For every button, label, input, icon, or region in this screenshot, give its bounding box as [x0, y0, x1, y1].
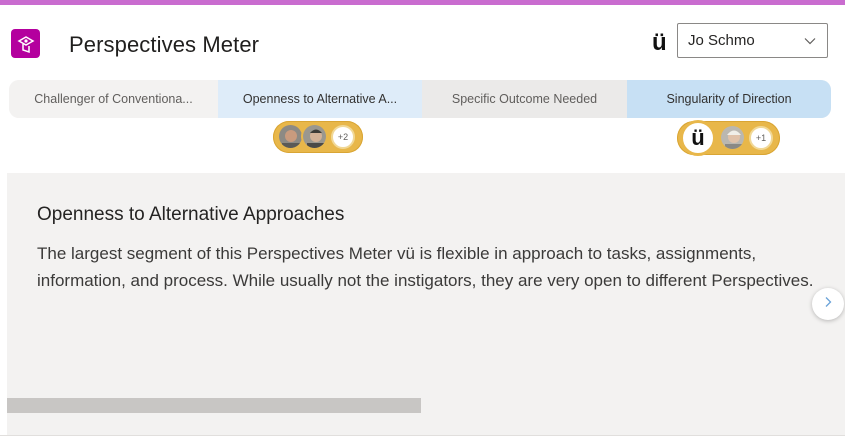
perspective-tabs: Challenger of Conventiona... Openness to…: [9, 80, 831, 118]
detail-title: Openness to Alternative Approaches: [37, 204, 345, 225]
avatar-group-openness[interactable]: +2: [273, 121, 363, 153]
tab-specific-outcome-needed[interactable]: Specific Outcome Needed: [422, 80, 627, 118]
brand-logo: ü: [652, 29, 667, 56]
brand-avatar: ü: [680, 120, 716, 156]
perspective-detail-card: Openness to Alternative Approaches The l…: [7, 173, 845, 435]
next-button[interactable]: [812, 288, 844, 320]
user-select[interactable]: Jo Schmo: [677, 23, 828, 58]
avatar-count-badge: +1: [749, 126, 773, 150]
app-icon-glyph: [16, 35, 35, 53]
chevron-down-icon: [803, 34, 817, 53]
perspectives-app-icon[interactable]: [11, 29, 40, 58]
avatar: [719, 124, 746, 151]
horizontal-scrollbar[interactable]: [7, 398, 421, 413]
tab-openness-to-alternative-approaches[interactable]: Openness to Alternative A...: [218, 80, 422, 118]
user-select-value: Jo Schmo: [688, 32, 755, 49]
chevron-right-icon: [821, 295, 835, 314]
avatar: [277, 123, 304, 150]
tab-singularity-of-direction[interactable]: Singularity of Direction: [627, 80, 831, 118]
app-title: Perspectives Meter: [69, 32, 260, 57]
detail-body: The largest segment of this Perspectives…: [37, 244, 814, 290]
app-header: Perspectives Meter ü Jo Schmo: [0, 5, 845, 80]
bottom-divider: [0, 435, 845, 436]
avatar-count-badge: +2: [331, 125, 355, 149]
tab-challenger-of-conventional[interactable]: Challenger of Conventiona...: [9, 80, 218, 118]
avatar: [301, 123, 328, 150]
